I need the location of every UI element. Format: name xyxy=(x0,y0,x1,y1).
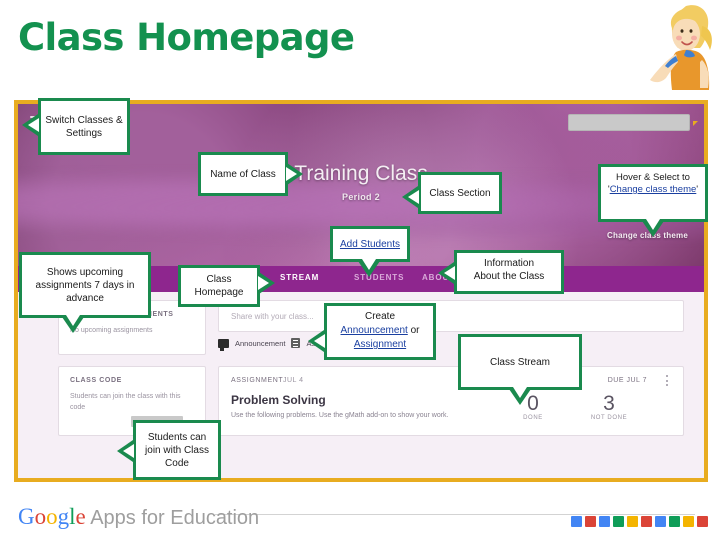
callout-class-section: Class Section xyxy=(418,172,502,214)
footer-divider xyxy=(215,514,695,515)
color-square xyxy=(669,516,680,527)
callout-information-pre: Information xyxy=(483,258,535,269)
not-done-label: NOT DONE xyxy=(590,415,628,421)
share-with-class-box[interactable]: Share with your class... xyxy=(218,300,684,332)
color-square xyxy=(613,516,624,527)
callout-class-code: Students can join with Class Code xyxy=(133,420,221,480)
cartoon-girl-illustration xyxy=(650,5,712,90)
assignment-kind: ASSIGNMENT xyxy=(231,377,284,384)
more-options-icon[interactable] xyxy=(666,375,669,386)
class-name: Training Class xyxy=(294,162,428,185)
callout-class-stream: Class Stream xyxy=(458,334,582,390)
callout-add-students: Add Students xyxy=(330,226,410,262)
color-square xyxy=(627,516,638,527)
callout-create-announcement: Create Announcement or Assignment xyxy=(324,303,436,360)
assignment-post-card: ASSIGNMENT JUL 4 DUE JUL 7 Problem Solvi… xyxy=(218,366,684,436)
color-squares-row xyxy=(571,516,708,527)
callout-create-pre: Create xyxy=(364,311,395,322)
callout-create-link-announcement: Announcement xyxy=(340,325,408,336)
assignment-description: Use the following problems. Use the gMat… xyxy=(231,412,449,419)
class-code-body: Students can join the class with this co… xyxy=(70,393,181,411)
google-apps-for-education-logo: Google Apps for Education xyxy=(18,504,259,530)
callout-class-homepage: Class Homepage xyxy=(178,265,260,307)
caret-icon xyxy=(693,121,698,126)
color-square xyxy=(697,516,708,527)
callout-create-link-assignment: Assignment xyxy=(353,339,407,350)
assignment-icon[interactable] xyxy=(291,338,301,348)
callout-change-theme: Hover & Select to 'Change class theme' xyxy=(598,164,708,222)
slide: Class Homepage Training Class Period 2 C… xyxy=(0,0,720,540)
callout-upcoming-assignments: Shows upcoming assignments 7 days in adv… xyxy=(19,252,151,318)
assignment-title[interactable]: Problem Solving xyxy=(231,393,326,407)
callout-information-about-class: Information About the Class xyxy=(454,250,564,294)
callout-add-students-link: Add Students xyxy=(339,238,401,250)
color-square xyxy=(655,516,666,527)
assignment-due-date: DUE JUL 7 xyxy=(607,377,647,384)
color-square xyxy=(585,516,596,527)
class-section: Period 2 xyxy=(342,192,380,202)
share-placeholder: Share with your class... xyxy=(231,312,314,321)
logo-letter-e: e xyxy=(75,504,86,529)
callout-name-of-class: Name of Class xyxy=(198,152,288,196)
color-square xyxy=(683,516,694,527)
callout-change-theme-post: ' xyxy=(696,184,699,195)
page-title: Class Homepage xyxy=(18,16,355,59)
tab-stream[interactable]: STREAM xyxy=(280,273,319,282)
logo-letter-g2: g xyxy=(57,504,70,529)
class-code-header: CLASS CODE xyxy=(70,377,122,384)
color-square xyxy=(641,516,652,527)
logo-letter-o1: o xyxy=(34,504,47,529)
announcement-label[interactable]: Announcement xyxy=(235,339,285,348)
color-square xyxy=(599,516,610,527)
callout-information-link: About the Class xyxy=(473,271,545,282)
logo-letter-o2: o xyxy=(46,504,58,529)
logo-subtitle: Apps for Education xyxy=(85,507,260,529)
search-input[interactable] xyxy=(568,114,690,131)
logo-letter-g1: G xyxy=(18,504,35,529)
announcement-icon[interactable] xyxy=(218,338,229,351)
not-done-stat: 3 NOT DONE xyxy=(581,392,637,422)
upcoming-assignments-body: No upcoming assignments xyxy=(70,327,153,334)
not-done-count: 3 xyxy=(603,392,615,415)
assignment-posted-date: JUL 4 xyxy=(283,377,304,384)
callout-change-theme-link: Change class theme xyxy=(609,184,697,195)
callout-create-mid: or xyxy=(407,325,420,336)
done-label: DONE xyxy=(523,415,543,421)
color-square xyxy=(571,516,582,527)
callout-switch-classes: Switch Classes & Settings xyxy=(38,98,130,155)
